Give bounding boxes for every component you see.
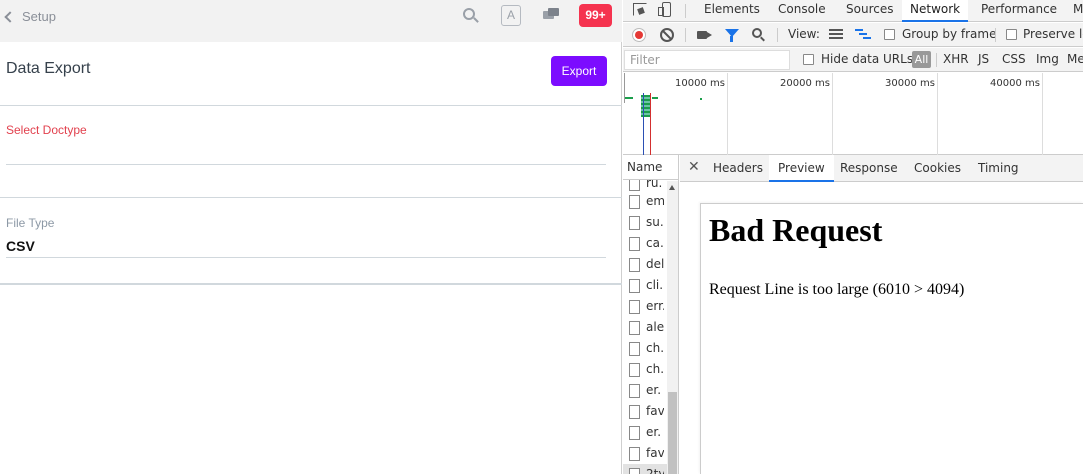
request-row[interactable]: ale. <box>623 317 668 338</box>
file-type-select[interactable]: CSV <box>6 238 35 254</box>
export-button[interactable]: Export <box>551 56 607 86</box>
overview-tick: 30000 ms <box>885 78 935 89</box>
request-row[interactable]: fav. <box>623 401 668 422</box>
dom-content-loaded-line <box>643 93 644 155</box>
tab-elements[interactable]: Elements <box>704 0 760 22</box>
scrollbar-thumb[interactable] <box>668 392 677 474</box>
device-toolbar-icon[interactable] <box>658 2 672 18</box>
request-row[interactable]: ch. <box>623 359 668 380</box>
overview-bar <box>625 97 633 99</box>
request-row[interactable]: ch. <box>623 338 668 359</box>
doctype-select[interactable] <box>6 164 606 165</box>
network-lower: Name ru. em su. ca. del. cli. err. ale. … <box>623 155 1083 474</box>
translate-icon[interactable]: A <box>501 5 521 26</box>
back-to-setup-link[interactable]: Setup <box>4 9 56 24</box>
chevron-left-icon <box>4 11 16 23</box>
network-toolbar: View: Group by frame Preserve lo <box>623 23 1083 47</box>
tab-overflow[interactable]: M <box>1073 0 1083 22</box>
tab-preview[interactable]: Preview <box>769 155 834 182</box>
app-navbar: Setup A 99+ <box>0 0 622 42</box>
request-row[interactable]: fav. <box>623 443 668 464</box>
page-title: Data Export <box>6 60 91 77</box>
request-list: Name ru. em su. ca. del. cli. err. ale. … <box>623 155 679 474</box>
tab-performance[interactable]: Performance <box>981 0 1057 22</box>
preview-frame: Bad Request Request Line is too large (6… <box>700 203 1083 474</box>
overview-tick: 10000 ms <box>675 78 725 89</box>
filter-img[interactable]: Img <box>1036 52 1059 66</box>
network-overview-timeline[interactable]: 10000 ms 20000 ms 30000 ms 40000 ms <box>623 73 1083 155</box>
tab-sources[interactable]: Sources <box>846 0 893 22</box>
waterfall-icon[interactable] <box>855 29 871 40</box>
request-row[interactable]: err. <box>623 296 668 317</box>
tab-cookies[interactable]: Cookies <box>905 155 970 182</box>
request-row[interactable]: del. <box>623 254 668 275</box>
close-icon[interactable]: ✕ <box>688 159 700 175</box>
field-divider <box>0 197 622 198</box>
filter-css[interactable]: CSS <box>1002 52 1026 66</box>
request-row[interactable]: er. <box>623 422 668 443</box>
devtools-panel: Elements Console Sources Network Perform… <box>623 0 1083 474</box>
clear-icon[interactable] <box>660 28 674 42</box>
notification-badge[interactable]: 99+ <box>579 4 612 27</box>
file-type-underline <box>6 257 606 258</box>
scroll-up-arrow-icon[interactable] <box>669 185 675 190</box>
tab-timing[interactable]: Timing <box>969 155 1028 182</box>
request-row[interactable]: em <box>623 191 668 212</box>
group-by-frame-label: Group by frame <box>902 27 997 41</box>
filter-xhr[interactable]: XHR <box>943 52 969 66</box>
request-row[interactable]: ca. <box>623 233 668 254</box>
form-bottom-divider <box>0 283 622 285</box>
hide-data-urls-checkbox[interactable] <box>803 54 814 65</box>
large-rows-icon[interactable] <box>829 29 843 40</box>
preserve-log-label: Preserve lo <box>1023 27 1083 41</box>
record-icon[interactable] <box>632 28 646 42</box>
screenshot-camera-icon[interactable] <box>697 31 712 39</box>
preview-heading: Bad Request <box>709 212 883 248</box>
request-detail: ✕ Headers Preview Response Cookies Timin… <box>680 155 1083 474</box>
file-type-label: File Type <box>6 216 55 230</box>
request-row[interactable]: er. <box>623 380 668 401</box>
request-row[interactable]: su. <box>623 212 668 233</box>
filter-bar: Hide data URLs All XHR JS CSS Img Me <box>623 48 1083 72</box>
overview-tick: 40000 ms <box>990 78 1040 89</box>
devtools-tabbar: Elements Console Sources Network Perform… <box>623 0 1083 22</box>
view-label: View: <box>788 27 820 41</box>
section-divider <box>0 105 622 106</box>
tab-response[interactable]: Response <box>831 155 907 182</box>
inspect-element-icon[interactable] <box>633 3 647 16</box>
detail-tabbar: ✕ Headers Preview Response Cookies Timin… <box>680 155 1083 182</box>
overview-bar <box>700 98 702 100</box>
filter-media[interactable]: Me <box>1067 52 1083 66</box>
tab-console[interactable]: Console <box>778 0 826 22</box>
preview-message: Request Line is too large (6010 > 4094) <box>709 281 965 298</box>
search-icon[interactable] <box>752 28 766 42</box>
app-pane: Setup A 99+ Data Export Export Select Do… <box>0 0 622 474</box>
back-label: Setup <box>22 9 56 24</box>
group-by-frame-checkbox[interactable] <box>884 29 895 40</box>
name-column-title: Name <box>627 160 663 174</box>
request-row-selected[interactable]: 2ty <box>623 464 668 474</box>
tab-network[interactable]: Network <box>902 0 969 22</box>
search-icon[interactable] <box>463 8 479 24</box>
filter-js[interactable]: JS <box>978 52 989 66</box>
tab-headers[interactable]: Headers <box>704 155 772 182</box>
hide-data-urls-label: Hide data URLs <box>821 52 914 66</box>
chat-icon[interactable] <box>543 8 559 22</box>
overview-tick: 20000 ms <box>780 78 830 89</box>
filter-all-button[interactable]: All <box>912 51 931 68</box>
filter-funnel-icon[interactable] <box>725 29 739 42</box>
filter-input[interactable] <box>624 50 790 70</box>
preserve-log-checkbox[interactable] <box>1006 29 1017 40</box>
request-list-scrollbar[interactable] <box>667 181 678 474</box>
doctype-label: Select Doctype <box>6 123 87 137</box>
overview-bar <box>652 97 658 99</box>
request-row[interactable]: cli. <box>623 275 668 296</box>
load-event-line <box>650 93 651 155</box>
